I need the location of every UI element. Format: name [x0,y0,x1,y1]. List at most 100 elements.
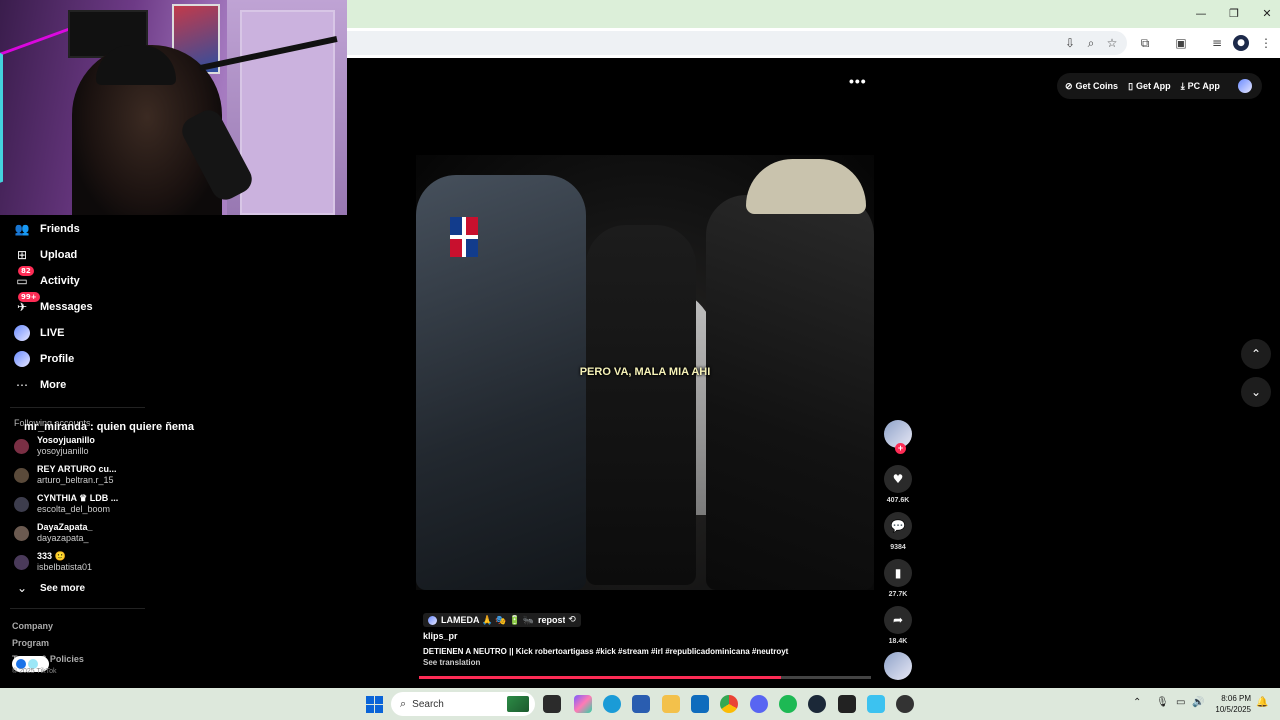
profile-avatar-icon [14,351,30,367]
sidebar-item-friends[interactable]: 👥 Friends [14,219,80,239]
video-bystanders [586,225,696,585]
sidebar-item-messages[interactable]: ✈ 99+ Messages [14,292,93,317]
obs-icon[interactable] [896,695,914,713]
close-window-button[interactable]: ✕ [1259,6,1275,22]
account-avatar [14,496,29,512]
chevron-up-icon[interactable]: ⌃ [1133,697,1141,708]
messages-icon: ✈ 99+ [14,292,40,315]
tab-search-icon[interactable]: ▣ [1173,35,1189,51]
footer-program-link[interactable]: Program [12,638,49,648]
file-explorer-icon[interactable] [662,695,680,713]
account-handle: escolta_del_boom [37,504,111,514]
messages-badge: 99+ [18,292,40,302]
reposter-name: LAMEDA 🙏 🎭 🔋 🐜 [441,614,534,625]
sidebar-item-live[interactable]: LIVE [14,323,64,343]
taskbar-search[interactable]: ⌕ Search [391,692,535,716]
account-display-name: Yosoyjuanillo [37,435,95,445]
more-icon: ⋯ [16,378,28,392]
discord-icon[interactable] [750,695,768,713]
zoom-icon[interactable]: ⌕ [1083,35,1099,51]
previous-video-button[interactable]: ⌃ [1241,339,1271,369]
app-icon[interactable] [867,695,885,713]
sidebar-item-activity[interactable]: ▭ 82 Activity [14,266,80,291]
sidebar-item-label: Profile [40,353,75,365]
profile-icon[interactable]: ● [1233,35,1249,51]
like-count: 407.6K [886,497,910,504]
sidebar-divider [10,608,145,609]
media-control-icon[interactable]: ≡ [1209,35,1225,51]
repost-tag[interactable]: LAMEDA 🙏 🎭 🔋 🐜 reposted [423,613,582,627]
microphone-icon[interactable]: 🎙 [1156,697,1169,708]
video-man-right [706,195,874,590]
restore-button[interactable]: ❐ [1226,6,1242,22]
following-account[interactable]: Yosoyjuanillo yosoyjuanillo [14,433,95,459]
edge-icon[interactable] [603,695,621,713]
terminal-icon[interactable] [838,695,856,713]
screen: — ❐ ✕ ⇩ ⌕ ☆ ⧉ ▣ ≡ ● ⋮ 👥 Friends ⊞ Upload [0,0,1280,720]
following-account[interactable]: REY ARTURO cu... arturo_beltran.r_15 [14,462,117,488]
get-coins-button[interactable]: ⊘ Get Coins [1065,81,1118,92]
upload-icon: ⊞ [16,248,28,262]
sidebar-item-label: Messages [40,301,93,313]
bookmark-star-icon[interactable]: ☆ [1104,35,1120,51]
search-icon: ⌕ [400,697,407,710]
get-app-button[interactable]: ▯ Get App [1128,81,1171,92]
chrome-icon[interactable] [720,695,738,713]
windows-start-icon[interactable] [366,696,383,713]
sidebar-item-upload[interactable]: ⊞ Upload [14,245,77,265]
install-icon[interactable]: ⇩ [1062,35,1078,51]
taskbar-clock[interactable]: 8:06 PM 10/5/2025 [1211,693,1251,715]
footer-company-link[interactable]: Company [12,621,53,631]
network-icon[interactable]: ▭ [1176,697,1185,708]
like-button[interactable]: ♥ [884,465,912,493]
spotify-icon[interactable] [779,695,797,713]
address-bar[interactable] [347,31,1127,55]
browser-toolbar: ⇩ ⌕ ☆ ⧉ ▣ ≡ ● ⋮ [347,28,1280,58]
account-display-name: REY ARTURO cu... [37,464,117,474]
more-options-button[interactable]: ••• [849,73,867,89]
user-avatar[interactable] [1237,79,1252,93]
dominican-flag-patch [450,217,478,257]
comment-button[interactable]: 💬 [884,512,912,540]
follow-plus-icon[interactable]: + [895,443,906,454]
video-progress-bar[interactable] [419,676,871,679]
task-view-icon[interactable] [543,695,561,713]
webcam-neon-light [0,27,70,183]
sidebar-item-profile[interactable]: Profile [14,349,74,369]
following-account[interactable]: CYNTHIA ♛ LDB ... escolta_del_boom [14,491,118,517]
sound-avatar[interactable] [884,652,912,680]
extensions-icon[interactable]: ⧉ [1137,35,1153,51]
menu-icon[interactable]: ⋮ [1258,35,1274,51]
video-caption: PERO VA, MALA MIA AHI [579,366,711,378]
live-icon [14,325,30,341]
save-button[interactable]: ▮ [884,559,912,587]
outlook-icon[interactable] [691,695,709,713]
minimize-button[interactable]: — [1193,6,1209,22]
top-actions-bar: ⊘ Get Coins ▯ Get App ⤓ PC App [1057,73,1262,99]
sidebar-item-more[interactable]: ⋯ More [14,375,66,395]
account-avatar [14,467,29,483]
sidebar-item-label: Activity [40,275,80,287]
repost-icon[interactable]: ⟲ [565,613,579,627]
browser-titlebar: — ❐ ✕ [347,0,1280,28]
see-translation-link[interactable]: See translation [423,658,480,667]
volume-icon[interactable]: 🔊 [1192,697,1204,708]
account-avatar [14,525,29,541]
following-account[interactable]: DayaZapata_ dayazapata_ [14,520,93,546]
notification-bell-icon[interactable]: 🔔 [1256,697,1268,708]
steam-icon[interactable] [808,695,826,713]
share-button[interactable]: ➦ [884,606,912,634]
copilot-icon[interactable] [574,695,592,713]
video-progress-fill [419,676,781,679]
pc-app-button[interactable]: ⤓ PC App [1181,81,1220,92]
next-video-button[interactable]: ⌄ [1241,377,1271,407]
post-author[interactable]: klips_pr [423,631,458,641]
clock-time: 8:06 PM [1221,694,1251,703]
bookmark-icon: ▮ [894,566,902,580]
phone-icon: ▯ [1128,80,1134,91]
creator-avatar[interactable]: + [884,420,912,454]
video-player[interactable]: PERO VA, MALA MIA AHI [416,155,874,590]
see-more-button[interactable]: ⌄ See more [14,578,85,598]
following-account[interactable]: 333 🙂 isbelbatista01 [14,549,92,575]
store-icon[interactable] [632,695,650,713]
